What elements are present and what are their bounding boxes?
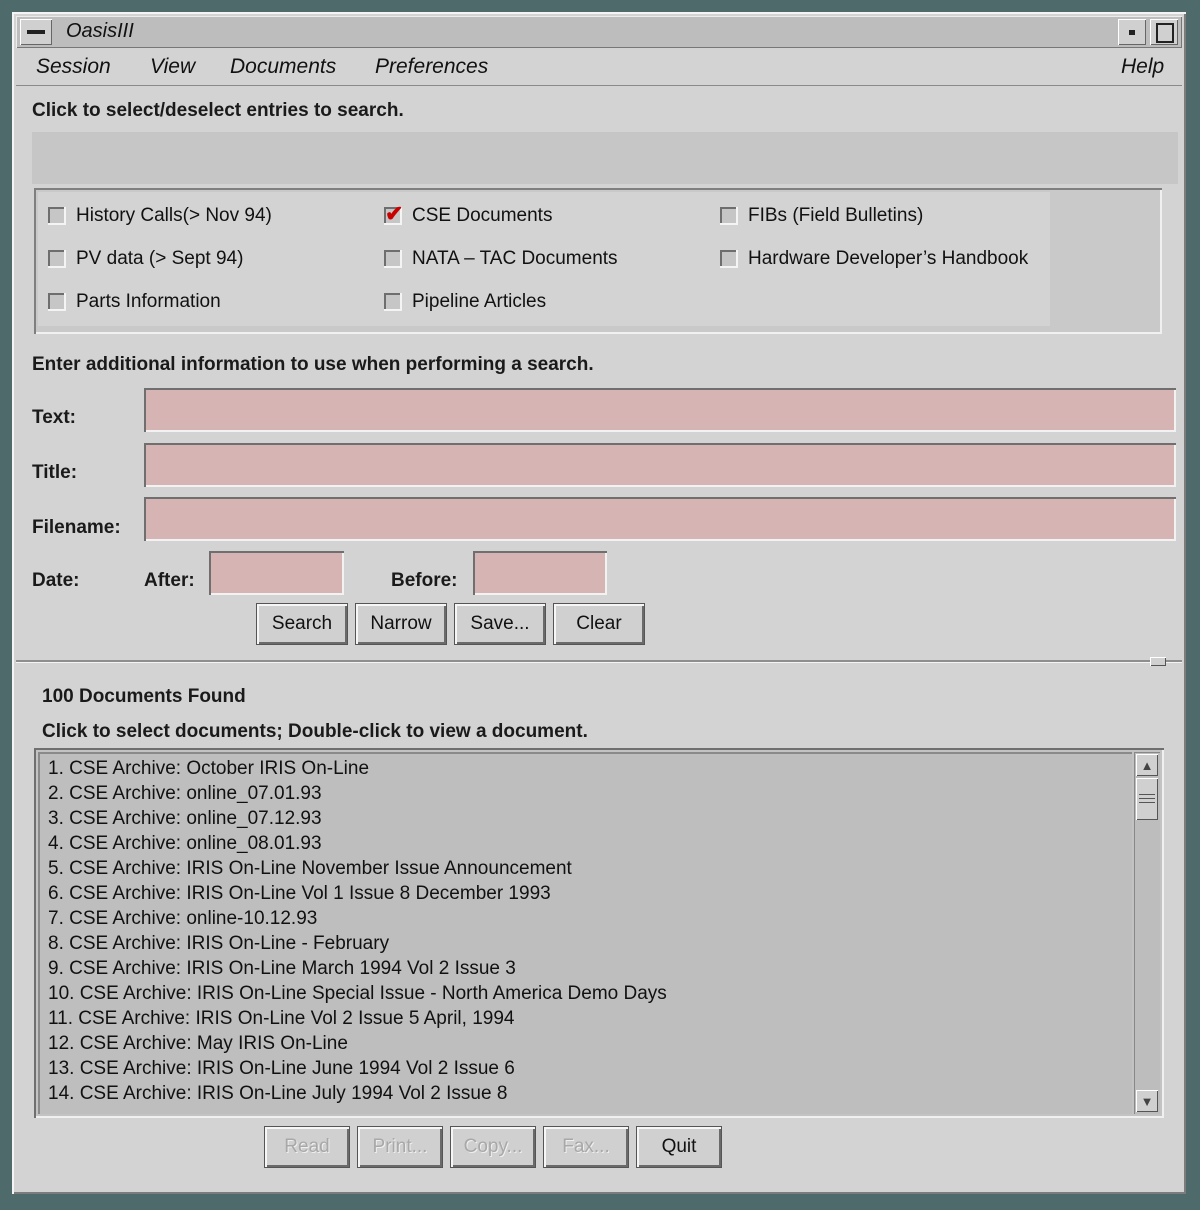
quit-button[interactable]: Quit <box>637 1127 721 1167</box>
checkbox-cse-documents[interactable]: ✔ CSE Documents <box>384 201 553 227</box>
checkbox-label: Pipeline Articles <box>412 291 547 312</box>
checkbox-history-calls[interactable]: History Calls(> Nov 94) <box>48 205 272 227</box>
scroll-up-arrow-icon[interactable]: ▲ <box>1136 754 1158 776</box>
list-item[interactable]: 8. CSE Archive: IRIS On-Line - February <box>38 931 1132 956</box>
maximize-icon <box>1156 23 1174 43</box>
minimize-icon <box>1129 30 1135 35</box>
after-label: After: <box>144 570 195 591</box>
title-bar[interactable]: OasisIII <box>16 16 1182 48</box>
text-field-label: Text: <box>32 407 76 428</box>
window-title: OasisIII <box>66 20 134 42</box>
pane-sash-handle[interactable] <box>1150 657 1166 666</box>
filename-field-label: Filename: <box>32 517 121 538</box>
thumb-grip <box>1139 798 1155 799</box>
list-item[interactable]: 7. CSE Archive: online-10.12.93 <box>38 906 1132 931</box>
read-button[interactable]: Read <box>265 1127 349 1167</box>
checkbox-box[interactable] <box>48 250 66 268</box>
list-item[interactable]: 10. CSE Archive: IRIS On-Line Special Is… <box>38 981 1132 1006</box>
text-input[interactable] <box>144 388 1176 432</box>
list-item[interactable]: 14. CSE Archive: IRIS On-Line July 1994 … <box>38 1081 1132 1106</box>
date-before-input[interactable] <box>473 551 607 595</box>
list-item[interactable]: 3. CSE Archive: online_07.12.93 <box>38 806 1132 831</box>
search-form-instruction: Enter additional information to use when… <box>32 354 594 375</box>
list-item[interactable]: 1. CSE Archive: October IRIS On-Line <box>38 756 1132 781</box>
save-button[interactable]: Save... <box>455 604 545 644</box>
copy-button[interactable]: Copy... <box>451 1127 535 1167</box>
checkbox-box[interactable] <box>384 293 402 311</box>
scroll-down-arrow-icon[interactable]: ▼ <box>1136 1090 1158 1112</box>
checkbox-box[interactable] <box>720 207 738 225</box>
menu-bar: Session View Documents Preferences Help <box>16 50 1182 86</box>
window-menu-button[interactable] <box>20 19 52 45</box>
menu-view[interactable]: View <box>150 55 195 79</box>
title-field-label: Title: <box>32 462 78 483</box>
minimize-button[interactable] <box>1118 19 1146 45</box>
pane-divider <box>16 660 1182 662</box>
clear-button[interactable]: Clear <box>554 604 644 644</box>
checkbox-label: PV data (> Sept 94) <box>76 248 244 269</box>
list-item[interactable]: 2. CSE Archive: online_07.01.93 <box>38 781 1132 806</box>
results-panel: 1. CSE Archive: October IRIS On-Line 2. … <box>34 748 1164 1118</box>
scrollbar-thumb[interactable] <box>1136 778 1158 820</box>
window-menu-icon <box>27 30 45 34</box>
vertical-scrollbar[interactable]: ▲ ▼ <box>1134 752 1160 1114</box>
checkbox-box[interactable] <box>720 250 738 268</box>
checkbox-label: CSE Documents <box>412 205 553 226</box>
list-item[interactable]: 13. CSE Archive: IRIS On-Line June 1994 … <box>38 1056 1132 1081</box>
results-instruction: Click to select documents; Double-click … <box>42 721 588 742</box>
date-after-input[interactable] <box>209 551 344 595</box>
checkbox-fibs[interactable]: FIBs (Field Bulletins) <box>720 205 923 227</box>
list-item[interactable]: 5. CSE Archive: IRIS On-Line November Is… <box>38 856 1132 881</box>
sources-panel: History Calls(> Nov 94) ✔ CSE Documents … <box>34 188 1162 334</box>
narrow-button[interactable]: Narrow <box>356 604 446 644</box>
checkbox-pipeline-articles[interactable]: Pipeline Articles <box>384 291 546 313</box>
checkmark-icon: ✔ <box>385 201 404 226</box>
fax-button[interactable]: Fax... <box>544 1127 628 1167</box>
checkbox-label: FIBs (Field Bulletins) <box>748 205 924 226</box>
checkbox-pv-data[interactable]: PV data (> Sept 94) <box>48 248 243 270</box>
date-label: Date: <box>32 570 80 591</box>
checkbox-box[interactable] <box>384 250 402 268</box>
checkbox-label: Parts Information <box>76 291 221 312</box>
document-list[interactable]: 1. CSE Archive: October IRIS On-Line 2. … <box>38 752 1132 1114</box>
thumb-grip <box>1139 802 1155 803</box>
menu-preferences[interactable]: Preferences <box>375 55 488 79</box>
menu-help[interactable]: Help <box>1121 55 1164 79</box>
sources-header-band <box>32 132 1178 184</box>
list-item[interactable]: 11. CSE Archive: IRIS On-Line Vol 2 Issu… <box>38 1006 1132 1031</box>
checkbox-hardware-handbook[interactable]: Hardware Developer’s Handbook <box>720 248 1028 270</box>
list-item[interactable]: 12. CSE Archive: May IRIS On-Line <box>38 1031 1132 1056</box>
search-button[interactable]: Search <box>257 604 347 644</box>
oasis-window: OasisIII Session View Documents Preferen… <box>12 12 1186 1194</box>
maximize-button[interactable] <box>1150 19 1178 45</box>
thumb-grip <box>1139 794 1155 795</box>
sources-instruction: Click to select/deselect entries to sear… <box>32 100 404 121</box>
list-item[interactable]: 6. CSE Archive: IRIS On-Line Vol 1 Issue… <box>38 881 1132 906</box>
sources-checkbox-area: History Calls(> Nov 94) ✔ CSE Documents … <box>38 192 1050 326</box>
checkbox-label: Hardware Developer’s Handbook <box>748 248 1029 269</box>
before-label: Before: <box>391 570 458 591</box>
print-button[interactable]: Print... <box>358 1127 442 1167</box>
checkbox-box[interactable] <box>48 293 66 311</box>
checkbox-label: History Calls(> Nov 94) <box>76 205 272 226</box>
list-item[interactable]: 4. CSE Archive: online_08.01.93 <box>38 831 1132 856</box>
checkbox-parts-information[interactable]: Parts Information <box>48 291 221 313</box>
filename-input[interactable] <box>144 497 1176 541</box>
list-item[interactable]: 9. CSE Archive: IRIS On-Line March 1994 … <box>38 956 1132 981</box>
checkbox-nata-tac[interactable]: NATA – TAC Documents <box>384 248 618 270</box>
checkbox-box[interactable]: ✔ <box>384 201 403 226</box>
title-input[interactable] <box>144 443 1176 487</box>
menu-documents[interactable]: Documents <box>230 55 336 79</box>
checkbox-box[interactable] <box>48 207 66 225</box>
checkbox-label: NATA – TAC Documents <box>412 248 618 269</box>
documents-found-count: 100 Documents Found <box>42 686 246 707</box>
menu-session[interactable]: Session <box>36 55 111 79</box>
